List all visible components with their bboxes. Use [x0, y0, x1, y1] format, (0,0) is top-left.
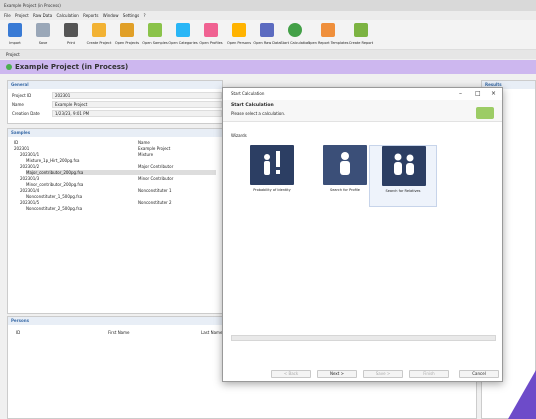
wizard-search-for-relatives[interactable]: Search for Relatives — [369, 145, 437, 207]
col-id-header[interactable]: ID — [14, 140, 18, 145]
tree-row[interactable]: Minor_contributor_200pg.fsa — [26, 182, 83, 187]
menu-raw-data[interactable]: Raw Data — [33, 13, 52, 18]
open-raw-data-button[interactable]: Open Raw Data — [253, 20, 281, 45]
save-wizard-button[interactable]: Save > — [363, 370, 403, 378]
menu-help[interactable]: ? — [143, 13, 145, 18]
profiles-icon — [204, 23, 218, 37]
project-id-label: Project ID — [12, 93, 32, 98]
close-icon[interactable]: × — [491, 88, 496, 99]
menu-reports[interactable]: Reports — [83, 13, 98, 18]
tree-row-name: Minor Contributor — [138, 176, 174, 181]
samples-header[interactable]: Samples — [8, 129, 222, 137]
persons-col-id[interactable]: ID — [16, 330, 20, 335]
import-icon — [8, 23, 22, 37]
menu-window[interactable]: Window — [103, 13, 119, 18]
tree-row[interactable]: Nonconstituter_2_500pg.fsa — [26, 206, 82, 211]
create-project-button[interactable]: Create Project — [86, 20, 112, 45]
tree-row[interactable]: 202301 — [14, 146, 29, 151]
creation-date-field[interactable]: 1/23/23, 9:01 PM — [52, 110, 222, 117]
status-dot-icon — [6, 64, 12, 70]
project-title: Example Project (in Process) — [15, 63, 129, 71]
back-button[interactable]: < Back — [271, 370, 311, 378]
report-template-icon — [321, 23, 335, 37]
open-samples-button[interactable]: Open Samples — [142, 20, 168, 45]
menu-calculation[interactable]: Calculation — [56, 13, 78, 18]
creation-date-label: Creation Date — [12, 111, 40, 116]
next-button[interactable]: Next > — [317, 370, 357, 378]
name-label: Name — [12, 102, 24, 107]
wizard-probability-of-identity[interactable]: Probability of Identity — [237, 145, 307, 207]
wizard-label: Search for Relatives — [385, 189, 421, 193]
persons-col-first-name[interactable]: First Name — [108, 330, 130, 335]
window-title: Example Project (in Process) — [0, 0, 536, 11]
open-projects-button[interactable]: Open Projects — [114, 20, 140, 45]
raw-data-icon — [260, 23, 274, 37]
persons-icon — [232, 23, 246, 37]
general-panel: General Project ID 202301 Name Example P… — [7, 80, 223, 124]
tree-row-name: Example Project — [138, 146, 171, 151]
col-name-header[interactable]: Name — [138, 140, 150, 145]
tree-row-selected[interactable]: Major_contributor_200pg.fsa — [26, 170, 216, 175]
tab-project[interactable]: Project — [0, 50, 536, 59]
save-button[interactable]: Save — [30, 20, 56, 45]
create-report-button[interactable]: Create Report — [348, 20, 374, 45]
wizard-label: Probability of Identity — [253, 188, 291, 192]
menu-project[interactable]: Project — [15, 13, 29, 18]
wizards-label: Wizards — [231, 133, 247, 138]
open-profiles-button[interactable]: Open Profiles — [198, 20, 224, 45]
categories-icon — [176, 23, 190, 37]
tree-row-name: Nonconstituter 2 — [138, 200, 172, 205]
start-calculation-dialog: Start Calculation – □ × Start Calculatio… — [222, 87, 503, 382]
wizards-area: Wizards Probability of Identity Search f… — [231, 133, 496, 383]
dialog-subtitle: Please select a calculation. — [231, 111, 286, 116]
samples-panel: Samples ID Name 202301 Example Project 2… — [7, 128, 223, 314]
tree-row-name: Nonconstituter 1 — [138, 188, 172, 193]
horizontal-scrollbar[interactable] — [231, 335, 496, 341]
print-icon — [64, 23, 78, 37]
relatives-icon — [382, 146, 426, 186]
minimize-icon[interactable]: – — [459, 88, 462, 99]
project-header: Example Project (in Process) — [0, 60, 536, 74]
tree-row[interactable]: 202301/5 — [20, 200, 39, 205]
finish-button[interactable]: Finish — [409, 370, 449, 378]
samples-icon — [148, 23, 162, 37]
menu-file[interactable]: File — [4, 13, 11, 18]
decorative-corner-shape — [508, 370, 536, 419]
tree-row-name: Mixture — [138, 152, 154, 157]
tree-row-name: Major Contributor — [138, 164, 174, 169]
tree-row[interactable]: 202301/1 — [20, 152, 39, 157]
dialog-header: Start Calculation Please select a calcul… — [223, 100, 502, 122]
name-field[interactable]: Example Project — [52, 101, 222, 108]
tree-row[interactable]: 202301/3 — [20, 176, 39, 181]
print-button[interactable]: Print — [58, 20, 84, 45]
menu-settings[interactable]: Settings — [123, 13, 139, 18]
wizard-banner-icon — [476, 107, 494, 119]
play-icon — [288, 23, 302, 37]
menu-bar: File Project Raw Data Calculation Report… — [0, 11, 536, 20]
tree-row[interactable]: 202301/2 — [20, 164, 39, 169]
tree-row[interactable]: Mixture_1p_Hirt_200pg.fsa — [26, 158, 79, 163]
dialog-heading: Start Calculation — [231, 103, 274, 108]
general-header[interactable]: General — [8, 81, 222, 89]
identity-icon — [250, 145, 294, 185]
project-id-field[interactable]: 202301 — [52, 92, 222, 99]
open-persons-button[interactable]: Open Persons — [226, 20, 252, 45]
tree-row[interactable]: Nonconstituter_1_500pg.fsa — [26, 194, 82, 199]
toolbar: Import Save Print Create Project Open Pr… — [0, 20, 536, 50]
folder-icon — [120, 23, 134, 37]
open-report-templates-button[interactable]: Open Report Templates — [308, 20, 349, 45]
tree-row[interactable]: 202301/4 — [20, 188, 39, 193]
open-categories-button[interactable]: Open Categories — [168, 20, 198, 45]
start-calculation-button[interactable]: Start Calculation — [280, 20, 310, 45]
report-plus-icon — [354, 23, 368, 37]
cancel-button[interactable]: Cancel — [459, 370, 499, 378]
profile-search-icon — [323, 145, 367, 185]
folder-plus-icon — [92, 23, 106, 37]
save-icon — [36, 23, 50, 37]
import-button[interactable]: Import — [2, 20, 28, 45]
persons-col-last-name[interactable]: Last Name — [201, 330, 222, 335]
maximize-icon[interactable]: □ — [475, 88, 481, 99]
